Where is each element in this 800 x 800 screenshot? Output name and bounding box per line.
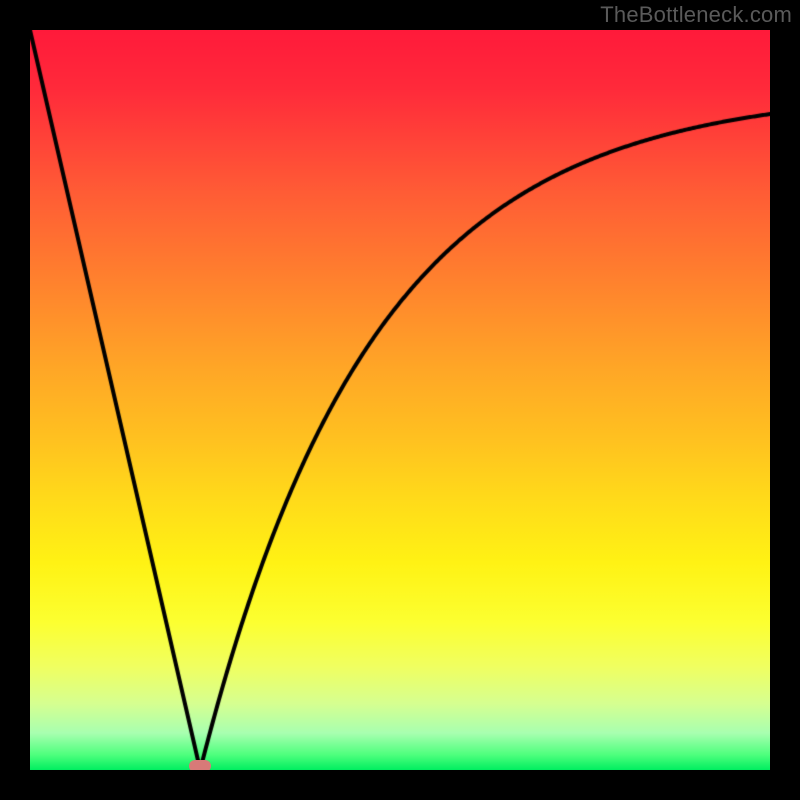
bottleneck-curve xyxy=(30,30,770,770)
attribution-label: TheBottleneck.com xyxy=(600,2,792,28)
chart-container: TheBottleneck.com xyxy=(0,0,800,800)
plot-area xyxy=(30,30,770,770)
minimum-marker xyxy=(189,760,211,770)
